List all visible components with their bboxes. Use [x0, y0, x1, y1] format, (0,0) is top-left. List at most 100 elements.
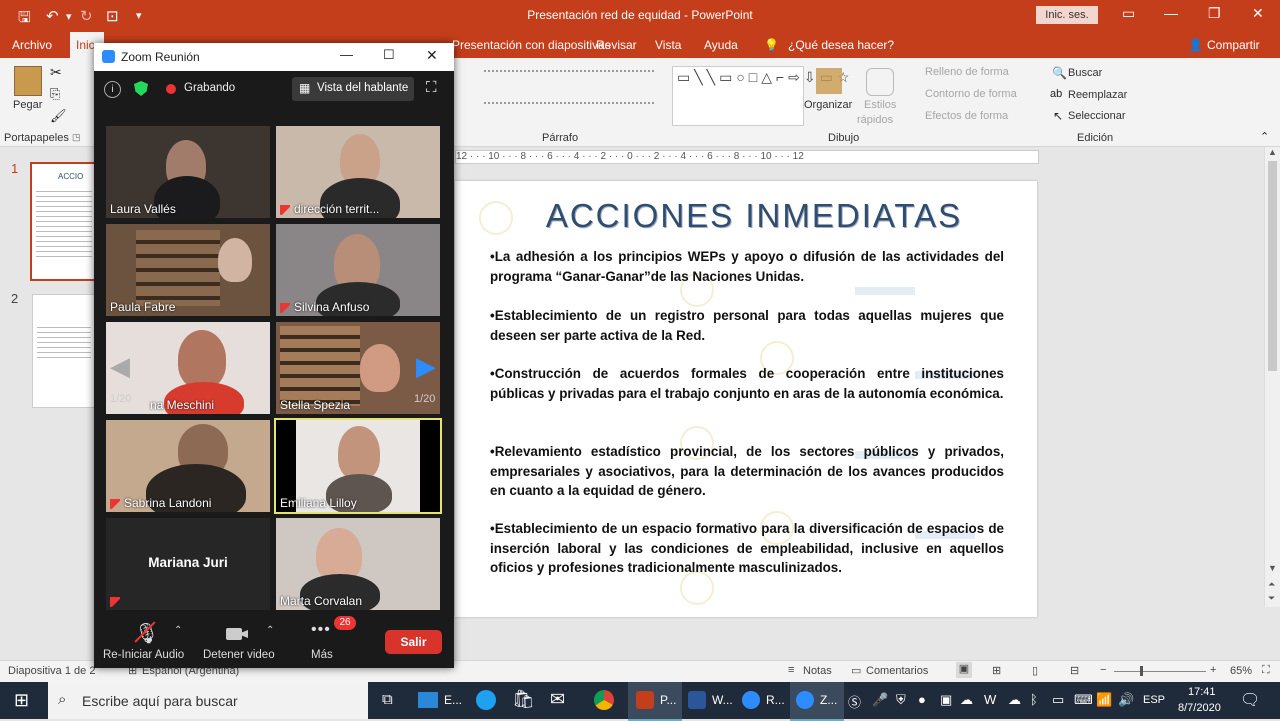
video-tile[interactable]: Marta Corvalan [276, 518, 440, 610]
shape-outline-button[interactable]: Contorno de forma [925, 88, 1017, 100]
video-tile[interactable]: Mariana Juri [106, 518, 270, 610]
more-icon[interactable]: ••• [311, 621, 331, 639]
video-tile[interactable]: dirección territ... [276, 126, 440, 218]
microphone-icon[interactable]: 🎤 [872, 692, 888, 708]
tray-icon[interactable]: ▣ [940, 692, 952, 708]
bullet-item[interactable]: •La adhesión a los principios WEPs y apo… [490, 247, 1004, 286]
collapse-ribbon-icon[interactable]: ⌃ [1260, 130, 1269, 143]
taskbar-app-label[interactable]: W... [712, 693, 733, 707]
taskbar-zoom-meeting[interactable]: Z... [790, 682, 844, 721]
ribbon-display-options-icon[interactable]: ▭ [1122, 5, 1135, 22]
arrange-icon[interactable] [816, 68, 842, 94]
muted-microphone-icon[interactable]: 🎙 [134, 621, 159, 646]
windows-start-icon[interactable]: ⊞ [14, 690, 29, 711]
zoom-tray-icon[interactable]: ● [918, 692, 926, 707]
close-icon[interactable]: ✕ [1252, 5, 1264, 22]
taskbar-app-label[interactable]: E... [444, 693, 462, 707]
chrome-icon[interactable] [594, 690, 614, 710]
cut-icon[interactable]: ✂ [50, 64, 62, 81]
keyboard-icon[interactable]: ⌨ [1074, 692, 1093, 708]
battery-icon[interactable]: ▭ [1052, 692, 1064, 708]
arrange-button[interactable]: Organizar [804, 99, 852, 111]
encryption-shield-icon[interactable] [134, 81, 148, 96]
previous-page-icon[interactable]: ◀ [110, 351, 130, 382]
format-painter-icon[interactable]: 🖌 [50, 108, 67, 124]
paragraph-list-controls[interactable] [484, 70, 654, 82]
shape-effects-button[interactable]: Efectos de forma [925, 110, 1008, 122]
video-tile[interactable]: Laura Vallés [106, 126, 270, 218]
bullet-item[interactable]: •Relevamiento estadístico provincial, de… [490, 442, 1004, 501]
video-camera-icon[interactable] [226, 628, 242, 640]
quick-styles-label-2[interactable]: rápidos [857, 114, 893, 126]
zoom-title-bar[interactable]: Zoom Reunión — ☐ ✕ [94, 43, 454, 71]
task-view-icon[interactable]: ⧉ [382, 691, 393, 708]
taskbar-powerpoint[interactable]: P... [628, 682, 682, 721]
video-options-caret-icon[interactable]: ⌃ [266, 625, 274, 636]
taskbar-app-label[interactable]: R... [766, 693, 785, 707]
comments-icon[interactable]: ▭ [851, 664, 861, 677]
tab-revisar[interactable]: Revisar [596, 38, 637, 52]
word-icon[interactable] [688, 691, 706, 709]
app-icon[interactable] [418, 692, 438, 708]
select-button[interactable]: Seleccionar [1068, 110, 1125, 122]
find-button[interactable]: Buscar [1068, 67, 1102, 79]
paragraph-align-controls[interactable] [484, 102, 654, 114]
next-slide-icon[interactable]: ⏷ [1268, 593, 1275, 604]
zoom-level[interactable]: 65% [1230, 665, 1252, 677]
mail-icon[interactable]: ✉ [550, 689, 565, 710]
slide-title[interactable]: ACCIONES INMEDIATAS [455, 197, 1037, 235]
word-tray-icon[interactable]: W [984, 692, 996, 707]
maximize-icon[interactable]: ❐ [1208, 5, 1221, 22]
video-tile[interactable]: Silvina Anfuso [276, 224, 440, 316]
clock-time[interactable]: 17:41 [1188, 686, 1216, 698]
shapes-gallery[interactable]: ▭╲╲▭○□△⌐⇨⇩▭☆ [672, 66, 849, 126]
slide-sorter-icon[interactable]: ⊞ [992, 664, 1001, 677]
scroll-up-icon[interactable]: ▲ [1268, 147, 1277, 157]
zoom-out-icon[interactable]: − [1100, 664, 1106, 676]
zoom-slider-thumb[interactable] [1140, 666, 1143, 676]
slideshow-icon[interactable]: ⊟ [1070, 664, 1079, 677]
zoom-app-icon[interactable] [742, 691, 760, 709]
replace-icon[interactable]: ab [1050, 88, 1062, 100]
paste-icon[interactable] [14, 66, 42, 96]
share-icon[interactable]: 👤 [1188, 38, 1203, 52]
clock-date[interactable]: 8/7/2020 [1178, 702, 1221, 714]
slide-thumbnail-2[interactable] [32, 294, 96, 408]
onedrive-icon[interactable]: ☁ [1008, 692, 1021, 708]
reading-view-icon[interactable]: ▯ [1032, 664, 1038, 677]
tab-ayuda[interactable]: Ayuda [704, 38, 738, 52]
fullscreen-icon[interactable]: ⛶ [426, 79, 437, 96]
share-button[interactable]: Compartir [1207, 38, 1260, 52]
bluetooth-icon[interactable]: ᛒ [1030, 692, 1038, 707]
notifications-icon[interactable]: 🗨 [1240, 690, 1260, 710]
slide-canvas[interactable]: ACCIONES INMEDIATAS •La adhesión a los p… [455, 181, 1037, 617]
normal-view-icon[interactable]: ▣ [956, 662, 972, 678]
edge-icon[interactable] [476, 690, 496, 710]
skype-icon[interactable]: Ⓢ [848, 692, 861, 711]
video-tile[interactable]: Sabrina Landoni [106, 420, 270, 512]
recording-label[interactable]: Grabando [184, 82, 235, 94]
bullet-item[interactable]: •Establecimiento de un registro personal… [490, 306, 1004, 345]
shield-icon[interactable]: ⛨ [896, 692, 906, 708]
replace-button[interactable]: Reemplazar [1068, 89, 1127, 101]
tab-vista[interactable]: Vista [655, 38, 681, 52]
zoom-close-icon[interactable]: ✕ [426, 47, 438, 64]
scroll-thumb[interactable] [1268, 161, 1277, 371]
copy-icon[interactable]: ⎘ [50, 86, 60, 102]
bullet-item[interactable]: •Establecimiento de un espacio formativo… [490, 519, 1004, 578]
notes-icon[interactable]: ≡ [788, 664, 794, 676]
store-icon[interactable]: 🛍 [512, 689, 535, 710]
taskbar-search-box[interactable]: ⌕ Escribe aquí para buscar [48, 682, 368, 719]
zoom-minimize-icon[interactable]: — [340, 47, 353, 62]
video-tile[interactable]: Paula Fabre [106, 224, 270, 316]
meeting-info-icon[interactable]: i [104, 81, 121, 98]
video-button-label[interactable]: Detener video [203, 649, 275, 661]
dialog-launcher-icon[interactable]: ◳ [72, 132, 81, 143]
next-page-icon[interactable]: ▶ [416, 351, 436, 382]
volume-icon[interactable]: 🔊 [1118, 692, 1134, 708]
tab-presentacion[interactable]: Presentación con diapositivas [452, 38, 611, 52]
vertical-scrollbar[interactable]: ▲ ▼ ⏶ ⏷ [1264, 147, 1280, 607]
find-icon[interactable]: 🔍 [1052, 66, 1067, 80]
speaker-view-button[interactable]: ▦ Vista del hablante [292, 77, 414, 101]
audio-button-label[interactable]: Re-Iniciar Audio [103, 649, 184, 661]
